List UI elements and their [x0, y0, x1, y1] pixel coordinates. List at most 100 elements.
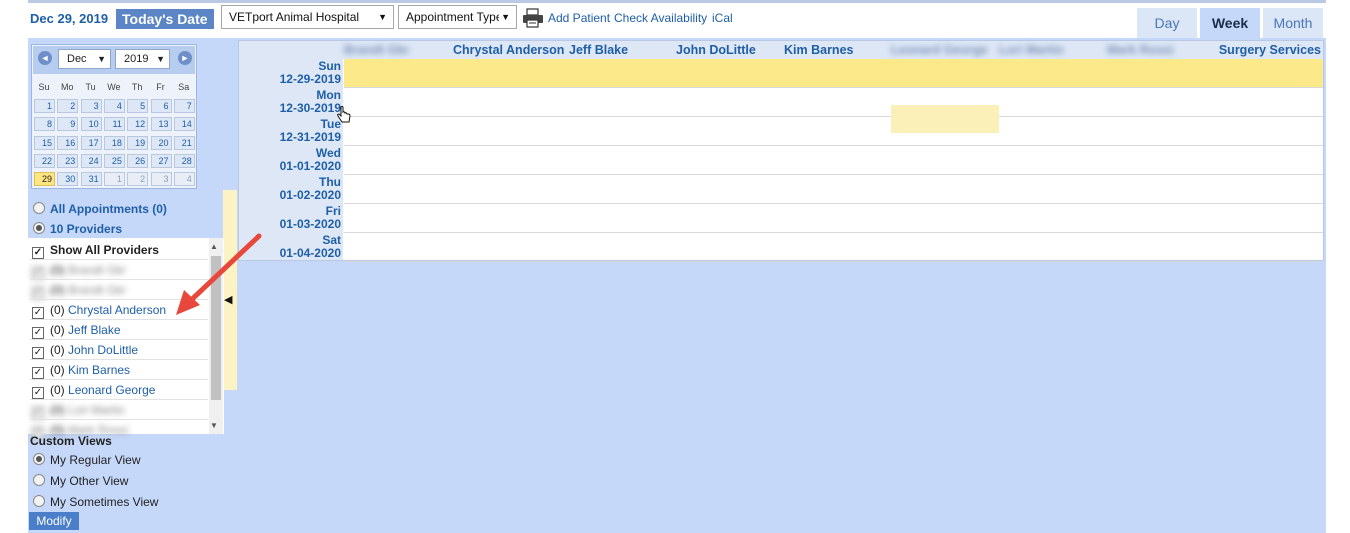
provider-scroll-thumb[interactable]: [211, 256, 221, 400]
provider-filter-item[interactable]: ✓ (0) Jeff Blake: [32, 320, 121, 340]
day-row[interactable]: [344, 175, 1323, 204]
mini-calendar-day[interactable]: 1: [34, 99, 55, 113]
collapse-strip[interactable]: [223, 190, 237, 390]
mini-calendar-day[interactable]: 31: [80, 172, 102, 187]
mini-calendar-day[interactable]: 29: [34, 172, 55, 187]
tab-week[interactable]: Week: [1200, 8, 1260, 38]
day-row[interactable]: [344, 146, 1323, 175]
mini-calendar-day[interactable]: 25: [103, 153, 125, 168]
provider-column-header[interactable]: Surgery Services: [1219, 43, 1321, 57]
mini-calendar-day[interactable]: 22: [34, 153, 55, 168]
provider-filter-item[interactable]: ✓ (0) Chrystal Anderson: [32, 300, 166, 320]
mini-calendar-day[interactable]: 24: [80, 153, 102, 168]
mini-calendar-day[interactable]: 18: [103, 135, 125, 150]
ical-link[interactable]: iCal: [712, 11, 733, 25]
mini-calendar-day[interactable]: 12: [127, 117, 149, 132]
mini-calendar-day[interactable]: 20: [150, 135, 172, 150]
mini-calendar-day[interactable]: 1: [103, 172, 125, 187]
mini-calendar-day[interactable]: 15: [34, 135, 55, 150]
mini-calendar-day[interactable]: 11: [103, 117, 125, 132]
add-patient-link[interactable]: Add Patient: [548, 11, 610, 25]
mini-calendar-day[interactable]: 16: [57, 135, 79, 150]
mini-calendar-day[interactable]: 17: [80, 135, 102, 150]
day-label[interactable]: Sat 01-04-2020: [239, 234, 343, 263]
tab-day[interactable]: Day: [1137, 8, 1197, 38]
appointment-type-select[interactable]: Appointment Type ▼: [398, 5, 517, 29]
provider-column-header[interactable]: Kim Barnes: [784, 43, 853, 57]
provider-column-header[interactable]: John DoLittle: [676, 43, 756, 57]
day-label[interactable]: Tue 12-31-2019: [239, 118, 343, 147]
day-row[interactable]: [344, 117, 1323, 146]
provider-column-header[interactable]: Brandt Gkr: [344, 43, 409, 57]
mini-calendar-day[interactable]: 21: [173, 135, 195, 150]
collapse-left-icon[interactable]: ◀: [224, 293, 232, 306]
week-schedule-grid: Brandt Gkr Chrystal Anderson Jeff Blake Joh…: [238, 40, 1324, 263]
check-availability-link[interactable]: Check Availability: [614, 11, 707, 25]
day-date: 01-04-2020: [279, 246, 341, 260]
highlighted-cell[interactable]: [891, 105, 999, 133]
mini-calendar-day[interactable]: 4: [103, 99, 125, 113]
mini-calendar-day[interactable]: 19: [127, 135, 149, 150]
month-select[interactable]: Dec ▼: [58, 49, 111, 69]
provider-filter-item[interactable]: ✓ (0) Brandt Gkr: [32, 260, 126, 280]
mini-calendar-day[interactable]: 2: [127, 172, 149, 187]
custom-view-option[interactable]: My Other View: [33, 474, 128, 488]
mini-calendar-day[interactable]: 3: [80, 99, 102, 113]
provider-filter-item[interactable]: ✓ (0) Lori Martin: [32, 400, 125, 420]
day-label[interactable]: Mon 12-30-2019: [239, 89, 343, 118]
next-month-icon[interactable]: ►: [178, 51, 192, 65]
provider-filter-item[interactable]: ✓ (0) Brandt Gkr: [32, 280, 126, 300]
mini-calendar-day[interactable]: 10: [80, 117, 102, 132]
tab-month[interactable]: Month: [1263, 8, 1323, 38]
provider-column-header[interactable]: Mark Rossi: [1107, 43, 1174, 57]
day-date: 12-30-2019: [279, 101, 341, 115]
mini-calendar-day[interactable]: 30: [57, 172, 79, 187]
mini-calendar-day[interactable]: 8: [34, 117, 55, 132]
provider-column-header[interactable]: Lori Martin: [999, 43, 1064, 57]
provider-column-header[interactable]: Jeff Blake: [569, 43, 628, 57]
mini-calendar-day[interactable]: 13: [150, 117, 172, 132]
today-button[interactable]: Today's Date: [116, 9, 214, 29]
mini-calendar-day[interactable]: 3: [150, 172, 172, 187]
custom-view-option[interactable]: My Sometimes View: [33, 495, 158, 509]
hospital-select[interactable]: VETport Animal Hospital ▼: [221, 5, 394, 29]
day-row[interactable]: [344, 88, 1323, 117]
prev-month-icon[interactable]: ◄: [38, 51, 52, 65]
provider-column-header[interactable]: Leonard George: [891, 43, 988, 57]
all-appointments-option[interactable]: All Appointments (0): [33, 202, 167, 216]
providers-option[interactable]: 10 Providers: [33, 222, 122, 236]
day-row[interactable]: [344, 59, 1323, 88]
provider-filter-item[interactable]: ✓ (0) Kim Barnes: [32, 360, 130, 380]
show-all-providers-option[interactable]: ✓ Show All Providers: [32, 240, 159, 260]
mini-calendar-day[interactable]: 4: [173, 172, 195, 187]
mini-calendar-day[interactable]: 5: [127, 99, 149, 113]
mini-calendar-day[interactable]: 27: [150, 153, 172, 168]
provider-name: Brandt Gkr: [68, 283, 127, 297]
hospital-select-value: VETport Animal Hospital: [229, 10, 360, 24]
printer-icon[interactable]: [522, 8, 544, 28]
day-label[interactable]: Fri 01-03-2020: [239, 205, 343, 234]
top-border: [28, 0, 1326, 3]
mini-calendar-day[interactable]: 9: [57, 117, 79, 132]
mini-calendar-day[interactable]: 2: [57, 99, 79, 113]
year-select[interactable]: 2019 ▼: [115, 49, 170, 69]
provider-column-header[interactable]: Chrystal Anderson: [453, 43, 564, 57]
mini-calendar-day[interactable]: 14: [173, 117, 195, 132]
provider-filter-item[interactable]: ✓ (0) John DoLittle: [32, 340, 138, 360]
modify-button[interactable]: Modify: [29, 512, 79, 530]
day-label[interactable]: Thu 01-02-2020: [239, 176, 343, 205]
mini-calendar-day[interactable]: 7: [173, 99, 195, 113]
day-row[interactable]: [344, 233, 1323, 262]
day-row[interactable]: [344, 204, 1323, 233]
day-label[interactable]: Sun 12-29-2019: [239, 60, 343, 89]
mini-calendar-day[interactable]: 28: [173, 153, 195, 168]
mini-calendar-day[interactable]: 6: [150, 99, 172, 113]
scroll-down-icon[interactable]: ▼: [210, 421, 218, 430]
day-label[interactable]: Wed 01-01-2020: [239, 147, 343, 176]
scroll-up-icon[interactable]: ▲: [210, 242, 218, 251]
mini-calendar-day[interactable]: 26: [127, 153, 149, 168]
provider-filter-item[interactable]: ✓ (0) Leonard George: [32, 380, 155, 400]
mini-calendar-day[interactable]: 23: [57, 153, 79, 168]
custom-view-option[interactable]: My Regular View: [33, 453, 140, 467]
checkbox-icon: ✓: [32, 387, 44, 399]
